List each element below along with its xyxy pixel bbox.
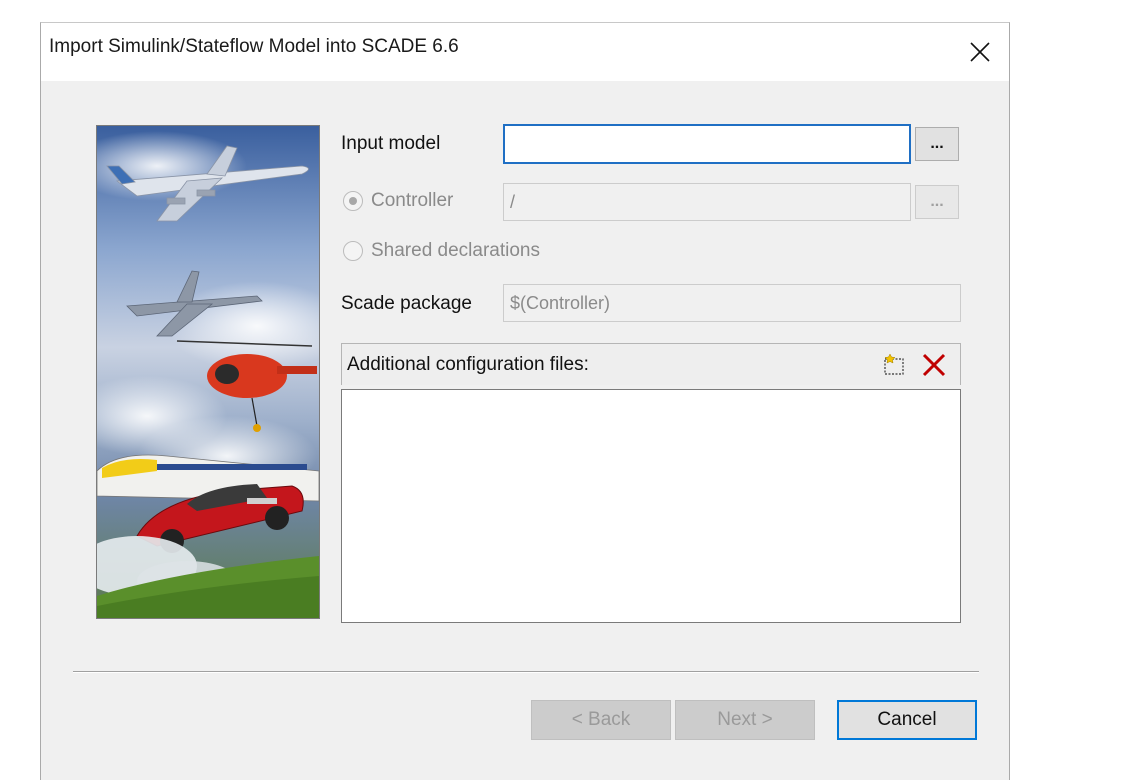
config-files-header-label: Additional configuration files: — [347, 354, 589, 375]
controller-label: Controller — [371, 190, 454, 211]
transport-collage-image — [96, 125, 320, 619]
dialog-title: Import Simulink/Stateflow Model into SCA… — [49, 36, 459, 57]
controller-path-field[interactable]: / — [503, 183, 911, 221]
input-model-label: Input model — [341, 133, 441, 154]
footer-separator — [73, 671, 979, 673]
remove-file-button[interactable] — [920, 352, 948, 378]
close-icon — [970, 42, 990, 62]
close-button[interactable] — [957, 29, 1003, 75]
title-bar: Import Simulink/Stateflow Model into SCA… — [41, 23, 1009, 81]
import-dialog: Import Simulink/Stateflow Model into SCA… — [40, 22, 1010, 780]
controller-browse-button[interactable]: ... — [915, 185, 959, 219]
input-model-field[interactable] — [503, 124, 911, 164]
controller-radio[interactable] — [343, 191, 363, 211]
config-files-header: Additional configuration files: — [341, 343, 961, 385]
shared-declarations-label: Shared declarations — [371, 240, 540, 261]
next-button[interactable]: Next > — [675, 700, 815, 740]
config-files-list[interactable] — [341, 389, 961, 623]
cancel-button[interactable]: Cancel — [837, 700, 977, 740]
input-model-browse-button[interactable]: ... — [915, 127, 959, 161]
radio-selected-dot — [349, 197, 357, 205]
delete-icon — [922, 353, 946, 377]
scade-package-label: Scade package — [341, 293, 472, 314]
shared-declarations-radio[interactable] — [343, 241, 363, 261]
scade-package-field[interactable]: $(Controller) — [503, 284, 961, 322]
back-button[interactable]: < Back — [531, 700, 671, 740]
add-file-button[interactable] — [880, 352, 908, 378]
new-file-icon — [884, 353, 904, 375]
